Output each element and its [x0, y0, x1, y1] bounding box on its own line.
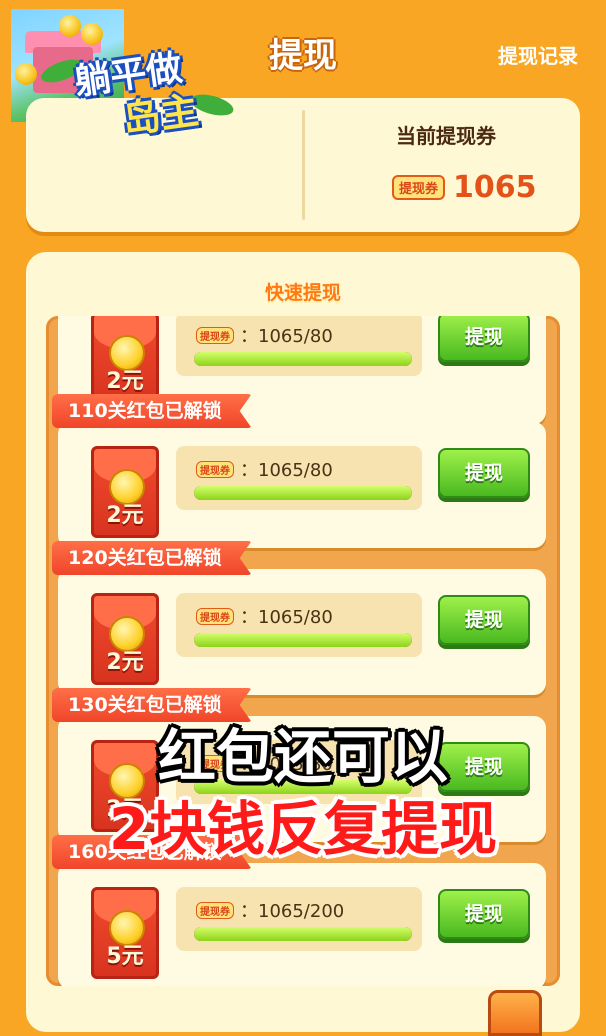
withdraw-button[interactable]: 提现 [438, 889, 530, 939]
progress-text: ：1065/80 [240, 460, 333, 481]
withdraw-row: 130关红包已解锁 2元 提现券 ：1065/80 提现 [52, 688, 546, 842]
unlock-banner: 110关红包已解锁 [52, 394, 252, 428]
ticket-icon: 提现券 [196, 326, 234, 344]
progress-box: 提现券 ：1065/80 [176, 740, 422, 804]
envelope-amount: 5元 [106, 944, 144, 969]
withdraw-row: 120关红包已解锁 2元 提现券 ：1065/80 提现 [52, 541, 546, 695]
red-envelope-icon: 2元 [91, 740, 159, 832]
progress-text: ：1065/200 [240, 901, 345, 922]
withdraw-button[interactable]: 提现 [438, 316, 530, 362]
ticket-icon: 提现券 [196, 754, 234, 772]
progress-box: 提现券 ：1065/200 [176, 887, 422, 951]
unlock-banner: 120关红包已解锁 [52, 541, 252, 575]
withdraw-button[interactable]: 提现 [438, 448, 530, 498]
progress-fill [194, 352, 412, 366]
progress-text: ：1065/80 [240, 754, 333, 775]
game-logo: 躺平做 岛主 [38, 18, 250, 142]
progress-box: 提现券 ：1065/80 [176, 316, 422, 376]
withdraw-button[interactable]: 提现 [438, 595, 530, 645]
current-ticket-label: 当前提现券 [396, 124, 496, 148]
envelope-amount: 2元 [106, 369, 144, 394]
ticket-count: 1065 [453, 170, 537, 205]
progress-bar [194, 352, 412, 366]
quick-withdraw-title: 快速提现 [264, 282, 341, 304]
progress-fill [194, 633, 412, 647]
progress-fill [194, 486, 412, 500]
ticket-icon: 提现券 [392, 175, 446, 200]
red-envelope-icon: 2元 [91, 316, 159, 404]
progress-bar [194, 927, 412, 941]
progress-text: ：1065/80 [240, 326, 333, 347]
withdraw-row: 110关红包已解锁 2元 提现券 ：1065/80 提现 [52, 394, 546, 548]
withdraw-button[interactable]: 提现 [438, 742, 530, 792]
logo-text-line2: 岛主 [119, 87, 202, 143]
unlock-banner: 160关红包已解锁 [52, 835, 252, 869]
corner-badge-icon[interactable] [488, 990, 542, 1036]
progress-bar [194, 780, 412, 794]
progress-box: 提现券 ：1065/80 [176, 593, 422, 657]
ticket-balance: 提现券 1065 [392, 170, 537, 205]
ticket-icon: 提现券 [196, 460, 234, 478]
withdraw-history-link[interactable]: 提现记录 [498, 40, 578, 69]
progress-text: ：1065/80 [240, 607, 333, 628]
ticket-icon: 提现券 [196, 901, 234, 919]
ticket-icon: 提现券 [196, 607, 234, 625]
envelope-amount: 2元 [106, 650, 144, 675]
progress-bar [194, 486, 412, 500]
red-envelope-icon: 2元 [91, 446, 159, 538]
divider [302, 110, 305, 220]
progress-box: 提现券 ：1065/80 [176, 446, 422, 510]
progress-bar [194, 633, 412, 647]
withdraw-list[interactable]: 2元 提现券 ：1065/80 提现 110关红包已解锁 2元 提现券 ：106… [46, 316, 560, 986]
red-envelope-icon: 2元 [91, 593, 159, 685]
progress-fill [194, 927, 412, 941]
withdraw-row: 160关红包已解锁 5元 提现券 ：1065/200 提现 [52, 835, 546, 986]
progress-fill [194, 780, 412, 794]
envelope-amount: 2元 [106, 503, 144, 528]
envelope-amount: 2元 [106, 797, 144, 822]
red-envelope-icon: 5元 [91, 887, 159, 979]
unlock-banner: 130关红包已解锁 [52, 688, 252, 722]
